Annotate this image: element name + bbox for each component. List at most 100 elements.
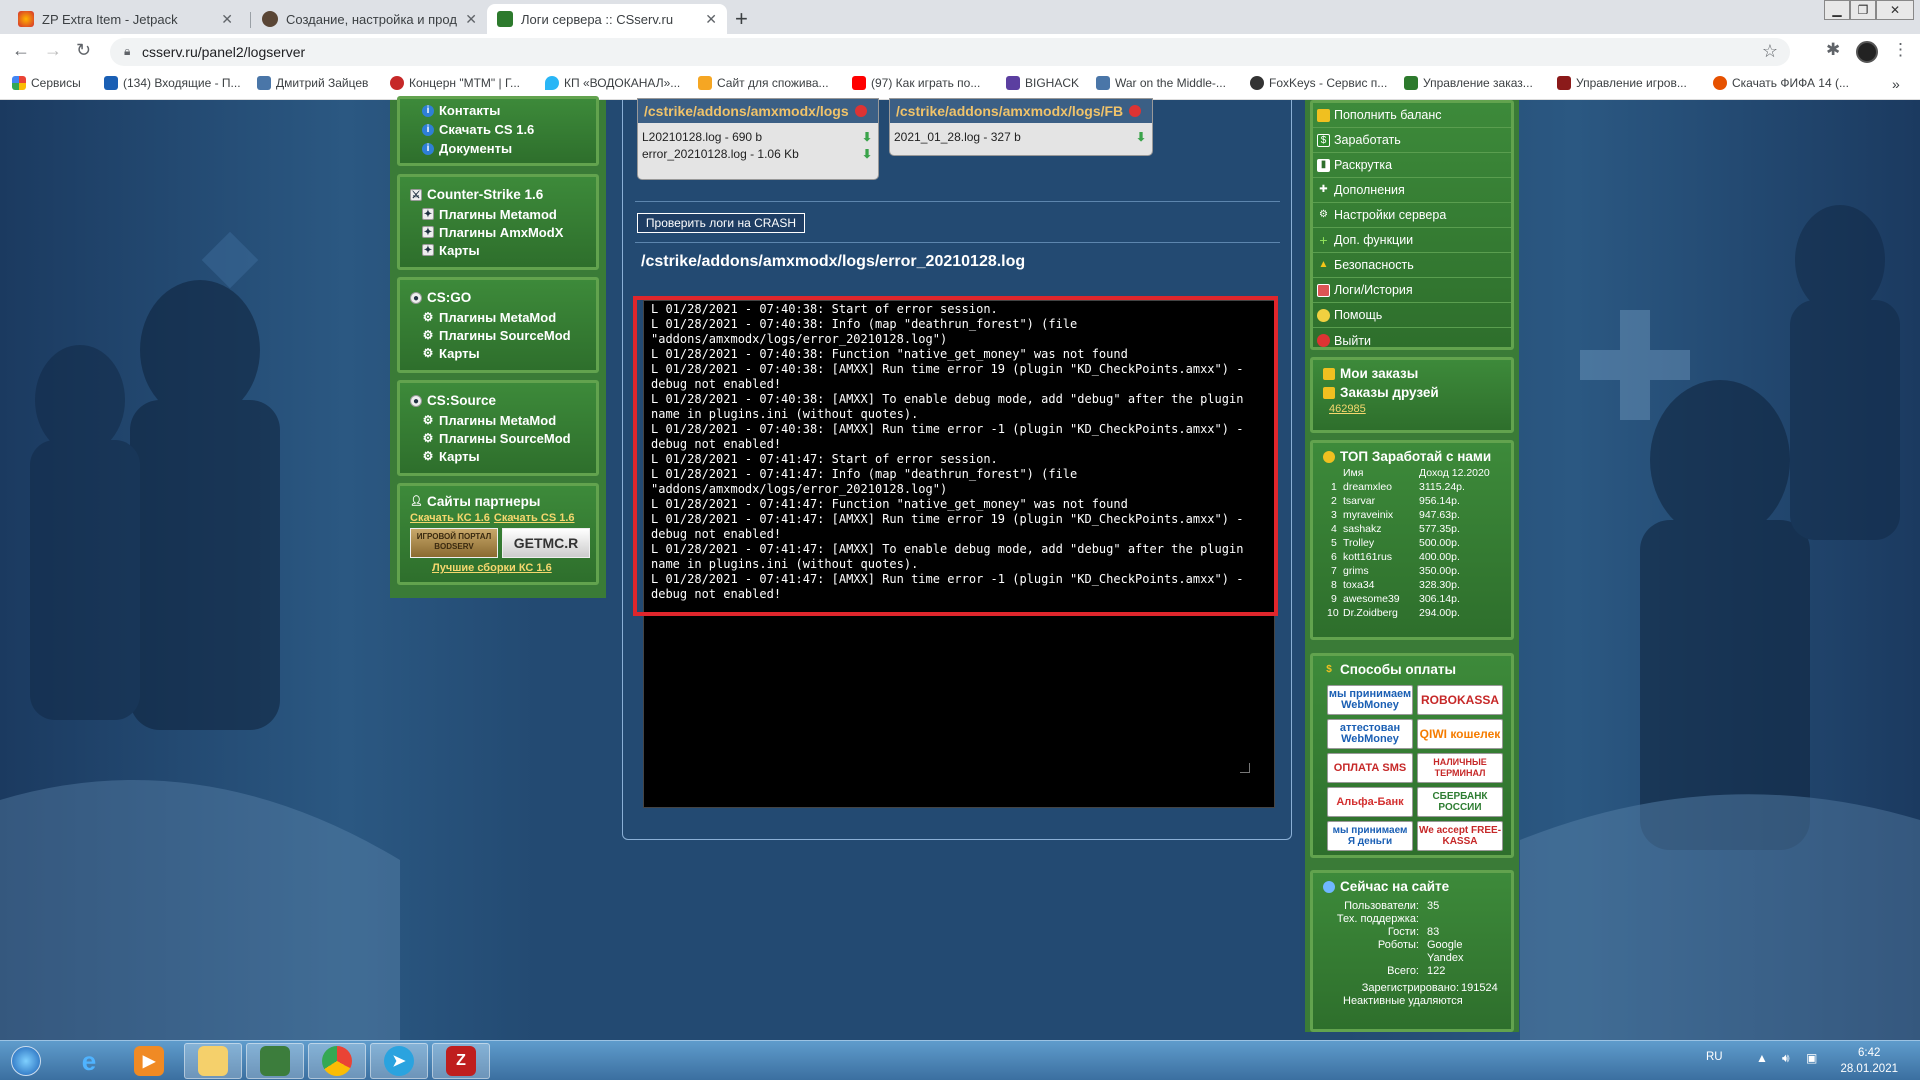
payment-terminal[interactable]: НАЛИЧНЫЕ ТЕРМИНАЛ [1417, 753, 1503, 783]
profile-avatar[interactable] [1856, 41, 1878, 63]
download-icon[interactable]: ⬇ [862, 147, 872, 161]
file-row[interactable]: error_20210128.log - 1.06 Kb ⬇ [638, 144, 878, 161]
friend-order-id[interactable]: 462985 [1313, 400, 1511, 415]
bookmark-services[interactable]: Сервисы [12, 76, 81, 90]
folder-header[interactable]: /cstrike/addons/amxmodx/logs/FB [890, 99, 1152, 123]
menu-security[interactable]: ▲ Безопасность [1313, 253, 1511, 278]
menu-css-sourcemod[interactable]: ⚙ Плагины SourceMod [422, 429, 596, 447]
delete-icon[interactable] [854, 105, 867, 117]
taskbar-chrome[interactable] [308, 1043, 366, 1079]
bookmark-consumer[interactable]: Сайт для спожива... [698, 76, 829, 90]
payment-qiwi[interactable]: QIWI кошелек [1417, 719, 1503, 749]
menu-csgo-sourcemod[interactable]: ⚙ Плагины SourceMod [422, 326, 596, 344]
bookmark-youtube[interactable]: (97) Как играть по... [852, 76, 980, 90]
clock[interactable]: 6:42 28.01.2021 [1840, 1045, 1898, 1077]
payment-webmoney[interactable]: мы принимаем WebMoney [1327, 685, 1413, 715]
start-button[interactable] [0, 1043, 52, 1079]
bookmark-star-icon[interactable]: ☆ [1762, 41, 1778, 62]
tab-server-logs[interactable]: Логи сервера :: CSserv.ru ✕ [487, 4, 727, 34]
language-indicator[interactable]: RU [1706, 1051, 1723, 1063]
network-icon[interactable]: ▣ [1806, 1051, 1817, 1065]
menu-dots-icon[interactable]: ⋮ [1892, 40, 1909, 60]
bookmark-mail[interactable]: (134) Входящие - П... [104, 76, 241, 90]
menu-cs16-maps[interactable]: ✦ Карты [422, 241, 596, 259]
tray-up-arrow-icon[interactable]: ▲ [1756, 1051, 1768, 1065]
forward-arrow-icon[interactable]: → [44, 40, 62, 61]
address-bar[interactable]: 🔒︎ csserv.ru/panel2/logserver ☆ [110, 38, 1790, 66]
more-bookmarks-icon[interactable]: » [1892, 76, 1900, 92]
menu-promotion[interactable]: ▮ Раскрутка [1313, 153, 1511, 178]
menu-extra-functions[interactable]: + Доп. функции [1313, 228, 1511, 253]
taskbar-explorer[interactable] [184, 1043, 242, 1079]
resize-handle[interactable] [1240, 763, 1250, 773]
bookmark-games[interactable]: Управление игров... [1557, 76, 1687, 90]
link-documents[interactable]: i Документы [422, 139, 596, 158]
reload-icon[interactable]: ↻ [76, 40, 91, 61]
menu-css-maps[interactable]: ⚙ Карты [422, 447, 596, 465]
payment-alfabank[interactable]: Альфа-Банк [1327, 787, 1413, 817]
bookmark-war[interactable]: War on the Middle-... [1096, 76, 1226, 90]
menu-addons[interactable]: ✚ Дополнения [1313, 178, 1511, 203]
link-contacts[interactable]: i Контакты [422, 101, 596, 120]
menu-earn[interactable]: $ Заработать [1313, 128, 1511, 153]
close-icon[interactable]: ✕ [221, 11, 233, 28]
menu-help[interactable]: Помощь [1313, 303, 1511, 328]
cs16-heading[interactable]: ⚔ Counter-Strike 1.6 [410, 187, 596, 202]
csgo-heading[interactable]: ● CS:GO [410, 290, 596, 305]
payment-sms[interactable]: ОПЛАТА SMS [1327, 753, 1413, 783]
banner-bodserv[interactable]: ИГРОВОЙ ПОРТАЛ BODSERV [410, 528, 498, 558]
partner-link-ks16[interactable]: Скачать КС 1.6 [410, 512, 490, 524]
menu-css-metamod[interactable]: ⚙ Плагины MetaMod [422, 411, 596, 429]
friends-orders-link[interactable]: Заказы друзей [1313, 381, 1511, 400]
menu-cs16-metamod[interactable]: ✦ Плагины Metamod [422, 205, 596, 223]
bookmark-vk-zaitsev[interactable]: Дмитрий Зайцев [257, 76, 368, 90]
partner-link-cs16[interactable]: Скачать CS 1.6 [494, 512, 575, 524]
file-row[interactable]: 2021_01_28.log - 327 b ⬇ [890, 127, 1152, 144]
new-tab-plus-icon[interactable]: + [735, 6, 748, 32]
menu-logs-history[interactable]: Логи/История [1313, 278, 1511, 303]
css-heading[interactable]: ● CS:Source [410, 393, 596, 408]
payment-webmoney-attested[interactable]: аттестован WebMoney [1327, 719, 1413, 749]
taskbar-filezilla[interactable]: Z [432, 1043, 490, 1079]
menu-cs16-amxmodx[interactable]: ✦ Плагины AmxModX [422, 223, 596, 241]
bookmark-vodokanal[interactable]: КП «ВОДОКАНАЛ»... [545, 76, 680, 90]
bookmark-mtm[interactable]: Концерн "МТМ" | Г... [390, 76, 520, 90]
payment-robokassa[interactable]: ROBOKASSA [1417, 685, 1503, 715]
delete-icon[interactable] [1129, 105, 1142, 117]
partner-link-best-builds[interactable]: Лучшие сборки КС 1.6 [432, 562, 596, 574]
speaker-icon[interactable]: 🔊︎ [1782, 1051, 1790, 1066]
close-icon[interactable]: ✕ [705, 11, 717, 28]
menu-top-up-balance[interactable]: Пополнить баланс [1313, 103, 1511, 128]
bookmark-fifa[interactable]: Скачать ФИФА 14 (... [1713, 76, 1849, 90]
tab-creation[interactable]: Создание, настройка и продвиж ✕ [252, 4, 487, 34]
back-arrow-icon[interactable]: ← [12, 40, 30, 61]
payment-sberbank[interactable]: СБЕРБАНК РОССИИ [1417, 787, 1503, 817]
file-row[interactable]: L20210128.log - 690 b ⬇ [638, 127, 878, 144]
taskbar-ie[interactable]: e [60, 1043, 118, 1079]
payment-yandex-money[interactable]: мы принимаем Я деньги [1327, 821, 1413, 851]
download-icon[interactable]: ⬇ [862, 130, 872, 144]
taskbar-media-player[interactable]: ▶ [120, 1043, 178, 1079]
download-icon[interactable]: ⬇ [1136, 130, 1146, 144]
bookmark-orders[interactable]: Управление заказ... [1404, 76, 1533, 90]
close-window-icon[interactable]: ✕ [1876, 0, 1914, 20]
minimize-icon[interactable]: ▁ [1824, 0, 1850, 20]
check-crash-button[interactable]: Проверить логи на CRASH [637, 213, 805, 233]
my-orders-link[interactable]: Мои заказы [1313, 360, 1511, 381]
menu-server-settings[interactable]: ⚙ Настройки сервера [1313, 203, 1511, 228]
bookmark-bighack[interactable]: BIGHACK [1006, 76, 1079, 90]
banner-getmc[interactable]: GETMC.R [502, 528, 590, 558]
taskbar-app[interactable] [246, 1043, 304, 1079]
menu-csgo-metamod[interactable]: ⚙ Плагины MetaMod [422, 308, 596, 326]
close-icon[interactable]: ✕ [465, 11, 477, 28]
menu-logout[interactable]: Выйти [1313, 328, 1511, 353]
tab-zp-extra-item[interactable]: ZP Extra Item - Jetpack ✕ [8, 4, 243, 34]
menu-csgo-maps[interactable]: ⚙ Карты [422, 344, 596, 362]
folder-header[interactable]: /cstrike/addons/amxmodx/logs [638, 99, 878, 123]
restore-icon[interactable]: ❐ [1850, 0, 1876, 20]
taskbar-telegram[interactable]: ➤ [370, 1043, 428, 1079]
extensions-puzzle-icon[interactable]: ✱ [1826, 40, 1840, 60]
payment-free-kassa[interactable]: We accept FREE-KASSA [1417, 821, 1503, 851]
link-download-cs16[interactable]: i Скачать CS 1.6 [422, 120, 596, 139]
bookmark-foxkeys[interactable]: FoxKeys - Сервис п... [1250, 76, 1387, 90]
